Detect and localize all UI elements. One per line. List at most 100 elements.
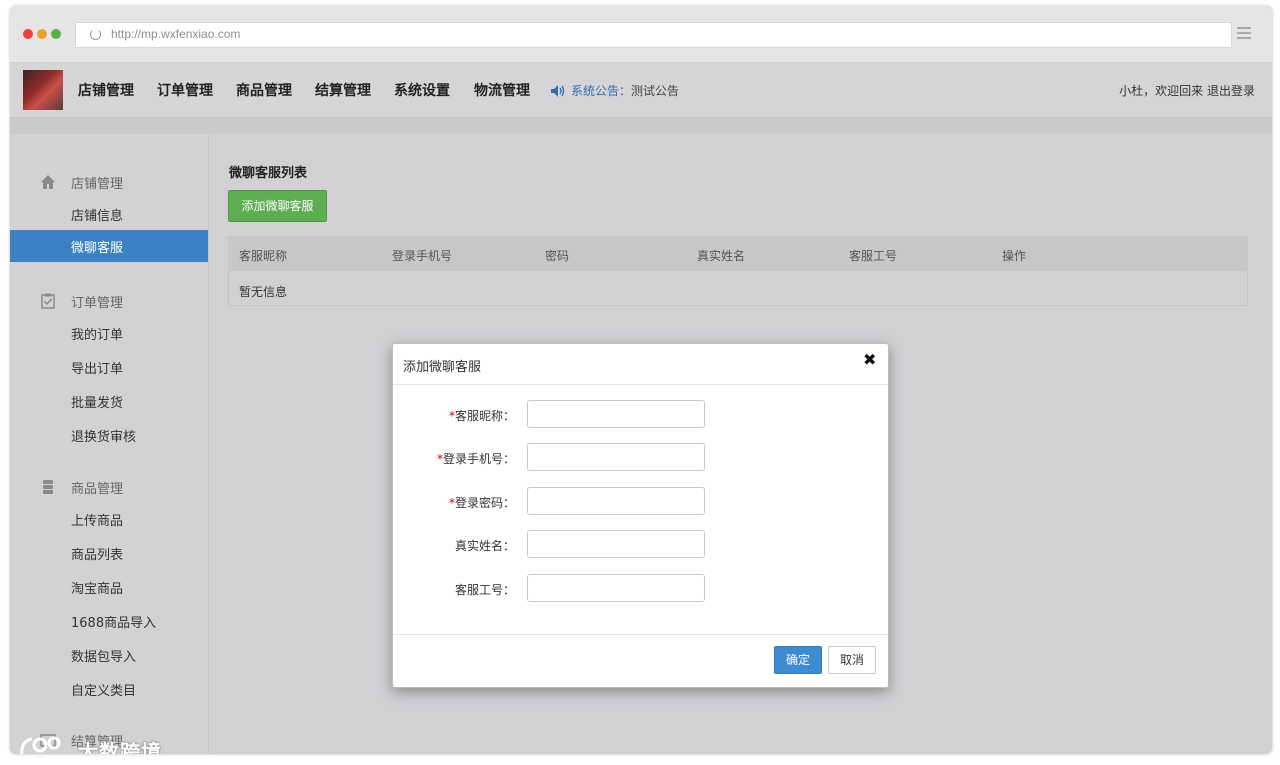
sidebar-item-label: 批量发货 (71, 396, 124, 411)
minimize-window-button[interactable] (37, 29, 47, 39)
watermark-logo (20, 736, 61, 754)
sidebar-item-label: 店铺信息 (71, 209, 124, 224)
real-name-label: 真实姓名： (455, 537, 515, 554)
reload-icon[interactable] (90, 29, 101, 40)
sidebar-item-batch-ship[interactable]: 批量发货 (10, 385, 208, 417)
column-header-actions: 操作 (1002, 249, 1027, 263)
nav-item-settlement[interactable]: 结算管理 (315, 80, 371, 100)
real-name-label-text: 真实姓名： (454, 539, 515, 553)
form-row-staff-id: 客服工号： (393, 574, 888, 604)
password-label: *登录密码： (449, 494, 515, 511)
home-icon (41, 175, 55, 189)
dialog-header: 添加微聊客服 ✖ (393, 344, 888, 385)
clipboard-check-icon (41, 293, 55, 309)
password-input[interactable] (527, 487, 705, 515)
watermark: 大数跨境 (18, 730, 188, 754)
announcement-colon: ： (619, 84, 632, 98)
sidebar-group-store[interactable]: 店铺管理 (10, 166, 208, 196)
sidebar-item-custom-category[interactable]: 自定义类目 (10, 673, 208, 705)
add-chat-service-dialog: 添加微聊客服 ✖ *客服昵称： *登录手机号： *登录密码： 真实姓名： 客服工… (392, 343, 889, 688)
close-window-button[interactable] (23, 29, 33, 39)
nav-item-orders[interactable]: 订单管理 (157, 80, 213, 100)
sidebar-item-returns-review[interactable]: 退换货审核 (10, 419, 208, 451)
real-name-input[interactable] (527, 530, 705, 558)
sidebar-item-package-import[interactable]: 数据包导入 (10, 639, 208, 671)
announcement-value: 测试公告 (631, 84, 680, 98)
sidebar-item-1688-import[interactable]: 1688商品导入 (10, 605, 208, 637)
staff-id-label: 客服工号： (455, 581, 515, 598)
column-header-real-name: 真实姓名 (697, 249, 746, 263)
nickname-input[interactable] (527, 400, 705, 428)
staff-id-label-text: 客服工号： (454, 583, 515, 597)
cancel-button[interactable]: 取消 (828, 646, 876, 674)
form-row-real-name: 真实姓名： (393, 530, 888, 560)
sidebar-group-label: 商品管理 (71, 482, 124, 497)
dialog-title: 添加微聊客服 (403, 360, 482, 375)
top-navigation: 店铺管理 订单管理 商品管理 结算管理 系统设置 物流管理 系统公告：测试公告 … (10, 63, 1272, 118)
sidebar-group-products[interactable]: 商品管理 (10, 471, 208, 501)
announcement[interactable]: 系统公告：测试公告 (571, 82, 679, 99)
sidebar-item-label: 数据包导入 (71, 650, 137, 665)
dialog-footer: 确定 取消 (393, 634, 888, 687)
nav-item-settings[interactable]: 系统设置 (394, 80, 450, 100)
close-icon[interactable]: ✖ (863, 352, 876, 368)
sidebar-item-label: 我的订单 (71, 328, 124, 343)
nickname-label: *客服昵称： (449, 407, 515, 424)
nav-item-products[interactable]: 商品管理 (236, 80, 292, 100)
sidebar-item-label: 退换货审核 (71, 430, 137, 445)
sidebar-group-label: 店铺管理 (71, 177, 124, 192)
sidebar-group-orders[interactable]: 订单管理 (10, 285, 208, 315)
sidebar-item-label: 自定义类目 (71, 684, 137, 699)
browser-toolbar: http://mp.wxfenxiao.com (10, 6, 1272, 63)
nav-item-logistics[interactable]: 物流管理 (474, 80, 530, 100)
column-header-nickname: 客服昵称 (239, 249, 288, 263)
sidebar-item-label: 导出订单 (71, 362, 124, 377)
staff-id-input[interactable] (527, 574, 705, 602)
maximize-window-button[interactable] (51, 29, 61, 39)
watermark-text: 大数跨境 (78, 740, 162, 754)
welcome-text: 小杜，欢迎回来 (1119, 84, 1204, 98)
sidebar-group-label: 订单管理 (71, 296, 124, 311)
sidebar-item-my-orders[interactable]: 我的订单 (10, 317, 208, 349)
add-chat-service-button[interactable]: 添加微聊客服 (228, 190, 327, 222)
form-row-phone: *登录手机号： (393, 443, 888, 473)
form-row-nickname: *客服昵称： (393, 400, 888, 430)
empty-state-text: 暂无信息 (239, 285, 288, 299)
sidebar-item-taobao-products[interactable]: 淘宝商品 (10, 571, 208, 603)
sidebar-item-chat-service[interactable]: 微聊客服 (10, 230, 208, 262)
column-header-staff-id: 客服工号 (849, 249, 898, 263)
service-table: 客服昵称 登录手机号 密码 真实姓名 客服工号 操作 暂无信息 (228, 236, 1248, 306)
hamburger-menu-icon[interactable] (1237, 24, 1251, 44)
url-text: http://mp.wxfenxiao.com (111, 27, 241, 41)
store-logo[interactable] (23, 70, 63, 110)
nickname-label-text: 客服昵称： (454, 409, 515, 423)
phone-label: *登录手机号： (437, 450, 515, 467)
database-icon (43, 480, 53, 494)
logout-link[interactable]: 退出登录 (1207, 84, 1255, 98)
sidebar-item-label: 商品列表 (71, 548, 124, 563)
page-title: 微聊客服列表 (229, 166, 308, 181)
sidebar-item-upload-product[interactable]: 上传商品 (10, 503, 208, 535)
nav-item-store[interactable]: 店铺管理 (78, 80, 134, 100)
sidebar-item-export-orders[interactable]: 导出订单 (10, 351, 208, 383)
sidebar-item-label: 微聊客服 (71, 241, 124, 256)
column-header-password: 密码 (545, 249, 570, 263)
sidebar-item-label: 淘宝商品 (71, 582, 124, 597)
address-bar[interactable]: http://mp.wxfenxiao.com (75, 22, 1232, 48)
table-header: 客服昵称 登录手机号 密码 真实姓名 客服工号 操作 (229, 237, 1247, 271)
sidebar-item-label: 上传商品 (71, 514, 124, 529)
form-row-password: *登录密码： (393, 487, 888, 517)
sidebar-item-store-info[interactable]: 店铺信息 (10, 198, 208, 230)
sidebar-item-label: 1688商品导入 (71, 616, 157, 631)
confirm-button[interactable]: 确定 (774, 646, 822, 674)
announcement-label: 系统公告 (571, 84, 620, 98)
user-area: 小杜，欢迎回来 退出登录 (1119, 82, 1255, 99)
header-spacer (10, 118, 1272, 134)
column-header-phone: 登录手机号 (392, 249, 453, 263)
password-label-text: 登录密码： (454, 496, 515, 510)
phone-input[interactable] (527, 443, 705, 471)
sidebar: 店铺管理 店铺信息 微聊客服 订单管理 我的订单 导出订单 批量发货 退换货审核 (10, 134, 209, 754)
phone-label-text: 登录手机号： (442, 452, 515, 466)
sidebar-item-product-list[interactable]: 商品列表 (10, 537, 208, 569)
speaker-icon (551, 85, 565, 97)
